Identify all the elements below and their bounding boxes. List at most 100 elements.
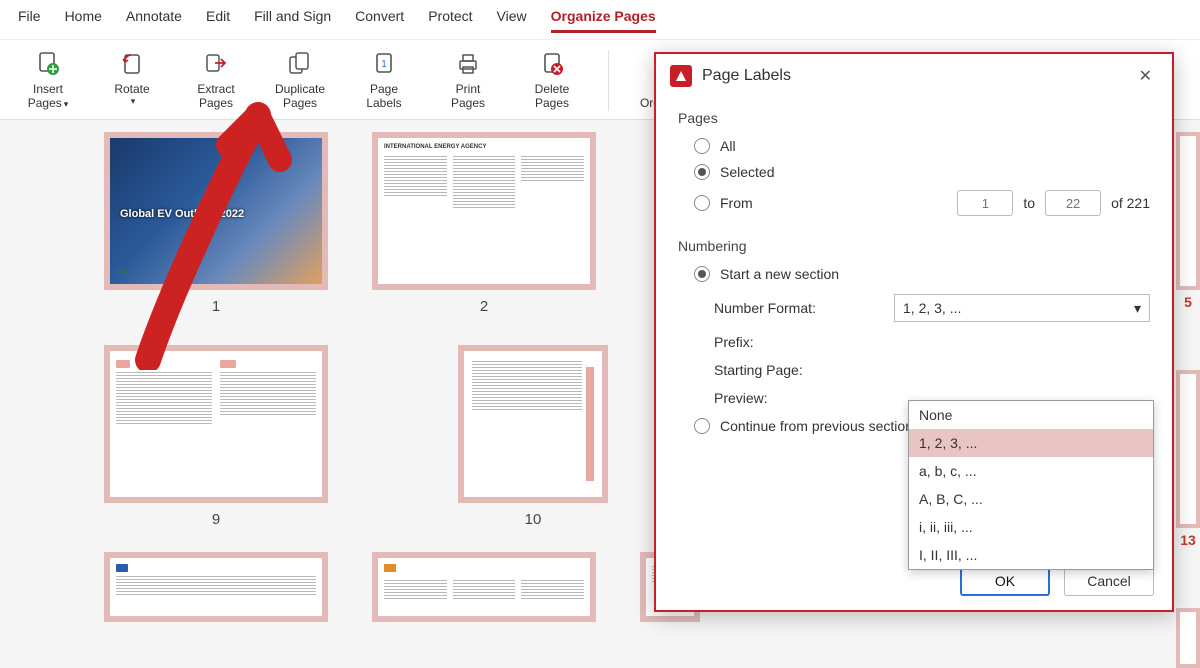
rotate-button[interactable]: Rotate ▾ (100, 50, 164, 111)
starting-page-row: Starting Page: (714, 362, 1150, 378)
radio-selected[interactable] (694, 164, 710, 180)
pagelabels-sub: Labels (366, 96, 401, 110)
thumb-label: 10 (525, 511, 542, 528)
page2-header: INTERNATIONAL ENERGY AGENCY (384, 144, 584, 150)
menubar: File Home Annotate Edit Fill and Sign Co… (0, 0, 1200, 40)
duplicate-pages-button[interactable]: Duplicate Pages (268, 50, 332, 111)
number-format-dropdown: None 1, 2, 3, ... a, b, c, ... A, B, C, … (908, 400, 1154, 570)
pages-section-header: Pages (678, 110, 1150, 126)
extract-pages-button[interactable]: Extract Pages (184, 50, 248, 111)
extract-sub: Pages (199, 96, 233, 110)
preview-label: Preview: (714, 390, 894, 406)
page9-tag2 (220, 360, 236, 368)
menu-annotate[interactable]: Annotate (126, 8, 182, 33)
format-option-roman-lower[interactable]: i, ii, iii, ... (909, 513, 1153, 541)
print-icon (454, 50, 482, 78)
rotate-caret: ▾ (131, 96, 136, 107)
thumb-page-1[interactable]: Global EV Outlook 2022 iea 1 (104, 132, 328, 315)
page1-title: Global EV Outlook 2022 (120, 208, 244, 220)
radio-all[interactable] (694, 138, 710, 154)
pagelabels-label: Page (370, 82, 398, 96)
app-logo-icon (670, 65, 692, 87)
menu-edit[interactable]: Edit (206, 8, 230, 33)
chevron-down-icon: ▾ (1134, 300, 1141, 317)
print-label: Print (456, 82, 481, 96)
dialog-titlebar: Page Labels ✕ (656, 54, 1172, 98)
menu-file[interactable]: File (18, 8, 41, 33)
thumb-page-13[interactable] (1176, 370, 1200, 528)
radio-continue[interactable] (694, 418, 710, 434)
ok-button[interactable]: OK (960, 566, 1050, 596)
thumb-label: 9 (212, 511, 220, 528)
numbering-section-header: Numbering (678, 238, 1150, 254)
tag (116, 564, 128, 572)
starting-page-label: Starting Page: (714, 362, 894, 378)
thumb-page-5[interactable] (1176, 132, 1200, 290)
thumb-label: 1 (212, 298, 220, 315)
extract-label: Extract (197, 82, 234, 96)
menu-protect[interactable]: Protect (428, 8, 472, 33)
page9-tag (116, 360, 130, 368)
delete-sub: Pages (535, 96, 569, 110)
thumb-page-bottom2[interactable] (372, 552, 596, 622)
radio-from[interactable] (694, 195, 710, 211)
thumb-page-10[interactable]: 10 (458, 345, 608, 528)
strip-label: 13 (1176, 532, 1200, 548)
page-labels-dialog: Page Labels ✕ Pages All Selected From to… (654, 52, 1174, 612)
format-option-abc-lower[interactable]: a, b, c, ... (909, 457, 1153, 485)
page-labels-icon: 1 (370, 50, 398, 78)
prefix-row: Prefix: (714, 334, 1150, 350)
duplicate-label: Duplicate (275, 82, 325, 96)
page-labels-button[interactable]: 1 Page Labels (352, 50, 416, 111)
radio-continue-label: Continue from previous section (720, 418, 913, 434)
menu-organize-pages[interactable]: Organize Pages (551, 8, 656, 33)
thumb-page-bottom1[interactable] (104, 552, 328, 622)
radio-new-section-label: Start a new section (720, 266, 839, 282)
thumb-page-edge[interactable] (1176, 608, 1200, 668)
dialog-title: Page Labels (702, 67, 791, 85)
radio-selected-row[interactable]: Selected (694, 164, 1150, 180)
page1-brand: iea (118, 269, 128, 276)
radio-all-label: All (720, 138, 736, 154)
radio-from-row[interactable]: From to of 221 (694, 190, 1150, 216)
number-format-select[interactable]: 1, 2, 3, ... ▾ (894, 294, 1150, 322)
number-format-row: Number Format: 1, 2, 3, ... ▾ (714, 294, 1150, 322)
radio-selected-label: Selected (720, 164, 774, 180)
to-page-input[interactable] (1045, 190, 1101, 216)
dialog-footer: OK Cancel (960, 566, 1154, 596)
radio-from-label: From (720, 195, 753, 211)
insert-pages-button[interactable]: Insert Pages▾ (16, 50, 80, 111)
print-sub: Pages (451, 96, 485, 110)
insert-label: Insert (33, 82, 63, 96)
delete-pages-button[interactable]: Delete Pages (520, 50, 584, 111)
format-option-roman-upper[interactable]: I, II, III, ... (909, 541, 1153, 569)
delete-icon (538, 50, 566, 78)
dialog-close-button[interactable]: ✕ (1133, 64, 1158, 88)
radio-new-section[interactable] (694, 266, 710, 282)
print-pages-button[interactable]: Print Pages (436, 50, 500, 111)
thumb-page-2[interactable]: INTERNATIONAL ENERGY AGENCY 2 (372, 132, 596, 315)
from-page-input[interactable] (957, 190, 1013, 216)
menu-fill-sign[interactable]: Fill and Sign (254, 8, 331, 33)
format-option-abc-upper[interactable]: A, B, C, ... (909, 485, 1153, 513)
format-option-123[interactable]: 1, 2, 3, ... (909, 429, 1153, 457)
menu-convert[interactable]: Convert (355, 8, 404, 33)
cancel-button[interactable]: Cancel (1064, 566, 1154, 596)
thumb-label: 2 (480, 298, 488, 315)
radio-new-section-row[interactable]: Start a new section (694, 266, 1150, 282)
svg-text:1: 1 (381, 59, 387, 70)
radio-all-row[interactable]: All (694, 138, 1150, 154)
insert-sub: Pages▾ (28, 96, 69, 110)
thumb-page-9[interactable]: 9 (104, 345, 328, 528)
menu-home[interactable]: Home (65, 8, 102, 33)
strip-label: 5 (1176, 294, 1200, 310)
ribbon-separator (608, 50, 609, 111)
rotate-label: Rotate (114, 82, 149, 96)
rotate-icon (118, 50, 146, 78)
menu-view[interactable]: View (497, 8, 527, 33)
extract-icon (202, 50, 230, 78)
of-label: of 221 (1111, 195, 1150, 211)
number-format-label: Number Format: (714, 300, 894, 316)
format-option-none[interactable]: None (909, 401, 1153, 429)
insert-pages-icon (34, 50, 62, 78)
